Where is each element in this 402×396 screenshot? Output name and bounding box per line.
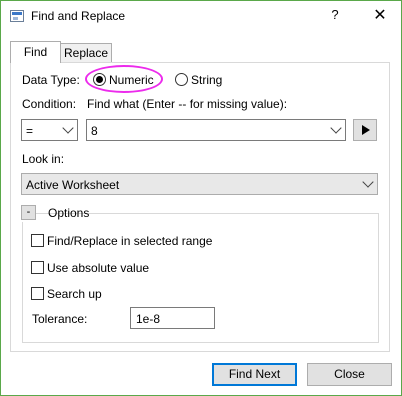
find-what-value: 8 — [91, 124, 98, 138]
find-what-combo[interactable]: 8 — [86, 119, 346, 141]
string-radio-label[interactable]: String — [191, 73, 222, 87]
tolerance-input[interactable]: 1e-8 — [130, 307, 215, 329]
tab-find[interactable]: Find — [10, 41, 61, 63]
look-in-value: Active Worksheet — [26, 178, 120, 192]
title-bar: Find and Replace ? ✕ — [1, 1, 401, 32]
tab-strip: Find Replace — [10, 41, 390, 63]
tab-replace[interactable]: Replace — [60, 43, 112, 63]
string-radio[interactable] — [175, 73, 188, 86]
chevron-down-icon — [362, 176, 374, 188]
play-icon-button[interactable] — [353, 119, 377, 141]
options-group-header: - Options — [21, 204, 89, 222]
condition-value: = — [26, 124, 34, 138]
look-in-label: Look in: — [22, 152, 65, 166]
find-replace-dialog: Find and Replace ? ✕ Find Replace Data T… — [0, 0, 402, 396]
selected-range-label[interactable]: Find/Replace in selected range — [47, 234, 212, 248]
close-button[interactable]: Close — [307, 363, 392, 386]
window-title: Find and Replace — [31, 9, 126, 23]
tolerance-value: 1e-8 — [136, 312, 161, 326]
find-next-button[interactable]: Find Next — [212, 363, 297, 386]
condition-select[interactable]: = — [21, 119, 78, 141]
app-window-icon — [10, 10, 24, 22]
chevron-down-icon — [330, 122, 342, 134]
absolute-value-checkbox[interactable] — [31, 261, 44, 274]
chevron-down-icon — [62, 122, 74, 134]
tolerance-label: Tolerance: — [32, 312, 88, 326]
options-title: Options — [48, 206, 90, 220]
find-what-label: Find what (Enter -- for missing value): — [87, 97, 288, 111]
condition-label: Condition: — [22, 97, 77, 111]
numeric-radio-label[interactable]: Numeric — [109, 73, 154, 87]
look-in-select[interactable]: Active Worksheet — [21, 173, 378, 195]
search-up-label[interactable]: Search up — [47, 287, 102, 301]
numeric-radio[interactable] — [93, 73, 106, 86]
collapse-options-button[interactable]: - — [21, 205, 36, 220]
selected-range-checkbox[interactable] — [31, 234, 44, 247]
help-button[interactable]: ? — [328, 7, 342, 22]
search-up-checkbox[interactable] — [31, 287, 44, 300]
data-type-label: Data Type: — [22, 73, 80, 87]
close-window-icon[interactable]: ✕ — [373, 5, 387, 25]
absolute-value-label[interactable]: Use absolute value — [47, 261, 149, 275]
